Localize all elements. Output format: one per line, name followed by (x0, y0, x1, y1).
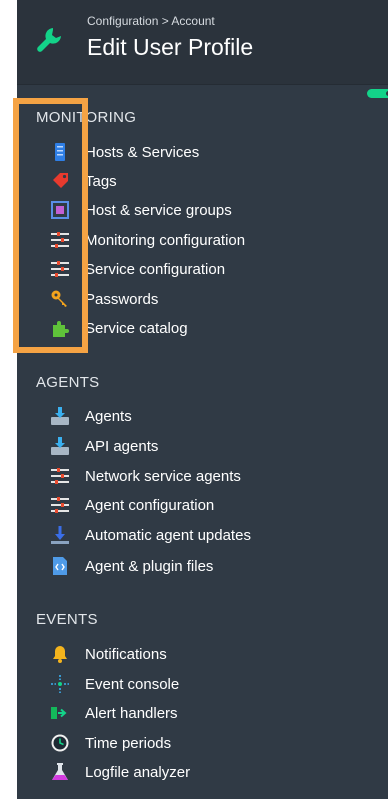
menu-item-label: Passwords (85, 291, 159, 308)
setup-sidebar: Configuration > Account Edit User Profil… (17, 0, 388, 799)
menu-item-label: Automatic agent updates (85, 527, 251, 544)
menu-item-automatic-agent-updates[interactable]: Automatic agent updates (51, 524, 371, 548)
key-icon (51, 290, 69, 308)
section-title-monitoring: MONITORING (36, 109, 137, 126)
menu-item-label: API agents (85, 438, 159, 455)
page-title: Edit User Profile (87, 34, 254, 60)
menu-item-label: Network service agents (85, 468, 241, 485)
event-console-icon (51, 675, 69, 693)
menu-item-label: Agent configuration (85, 497, 215, 514)
menu-item-alert-handlers[interactable]: Alert handlers (51, 702, 371, 726)
section-title-events: EVENTS (36, 611, 98, 628)
menu-item-service-catalog[interactable]: Service catalog (51, 317, 371, 341)
menu-item-agents[interactable]: Agents (51, 405, 371, 429)
menu-item-service-configuration[interactable]: Service configuration (51, 258, 371, 282)
menu-item-network-service-agents[interactable]: Network service agents (51, 465, 371, 489)
menu-item-event-console[interactable]: Event console (51, 673, 371, 697)
menu-item-label: Time periods (85, 735, 172, 752)
menu-item-time-periods[interactable]: Time periods (51, 732, 371, 756)
download-icon (51, 437, 69, 455)
wrench-icon (35, 26, 63, 54)
puzzle-icon (51, 319, 69, 337)
groups-icon (51, 201, 69, 219)
menu-item-label: Host & service groups (85, 202, 232, 219)
menu-item-label: Service configuration (85, 261, 226, 278)
sidebar-toggle[interactable] (367, 89, 388, 98)
section-title-agents: AGENTS (36, 374, 100, 391)
clock-icon (51, 734, 69, 752)
menu-item-agent-configuration[interactable]: Agent configuration (51, 494, 371, 518)
menu-item-label: Agent & plugin files (85, 558, 214, 575)
file-code-icon (51, 557, 69, 575)
menu-item-label: Event console (85, 676, 180, 693)
rules-icon (51, 467, 69, 485)
rules-icon (51, 260, 69, 278)
rules-icon (51, 496, 69, 514)
menu-item-tags[interactable]: Tags (51, 170, 371, 194)
menu-item-agent-plugin-files[interactable]: Agent & plugin files (51, 555, 371, 579)
sidebar-header: Configuration > Account Edit User Profil… (17, 0, 388, 85)
menu-item-hosts-services[interactable]: Hosts & Services (51, 141, 371, 165)
menu-item-label: Service catalog (85, 320, 188, 337)
menu-item-label: Notifications (85, 646, 167, 663)
menu-item-label: Monitoring configuration (85, 232, 246, 249)
menu-item-api-agents[interactable]: API agents (51, 435, 371, 459)
rules-icon (51, 231, 69, 249)
menu-item-label: Hosts & Services (85, 144, 200, 161)
menu-item-label: Logfile analyzer (85, 764, 191, 781)
menu-item-label: Tags (85, 173, 117, 190)
breadcrumb[interactable]: Configuration > Account (87, 14, 215, 28)
menu-item-host-service-groups[interactable]: Host & service groups (51, 199, 371, 223)
flask-icon (51, 763, 69, 781)
download-icon (51, 407, 69, 425)
update-icon (51, 526, 69, 544)
menu-item-logfile-analyzer[interactable]: Logfile analyzer (51, 761, 371, 785)
menu-item-passwords[interactable]: Passwords (51, 288, 371, 312)
server-icon (51, 143, 69, 161)
menu-item-notifications[interactable]: Notifications (51, 643, 371, 667)
alert-handler-icon (51, 704, 69, 722)
menu-item-label: Agents (85, 408, 132, 425)
menu-item-monitoring-configuration[interactable]: Monitoring configuration (51, 229, 371, 253)
bell-icon (51, 645, 69, 663)
menu-item-label: Alert handlers (85, 705, 178, 722)
tag-icon (51, 172, 69, 190)
